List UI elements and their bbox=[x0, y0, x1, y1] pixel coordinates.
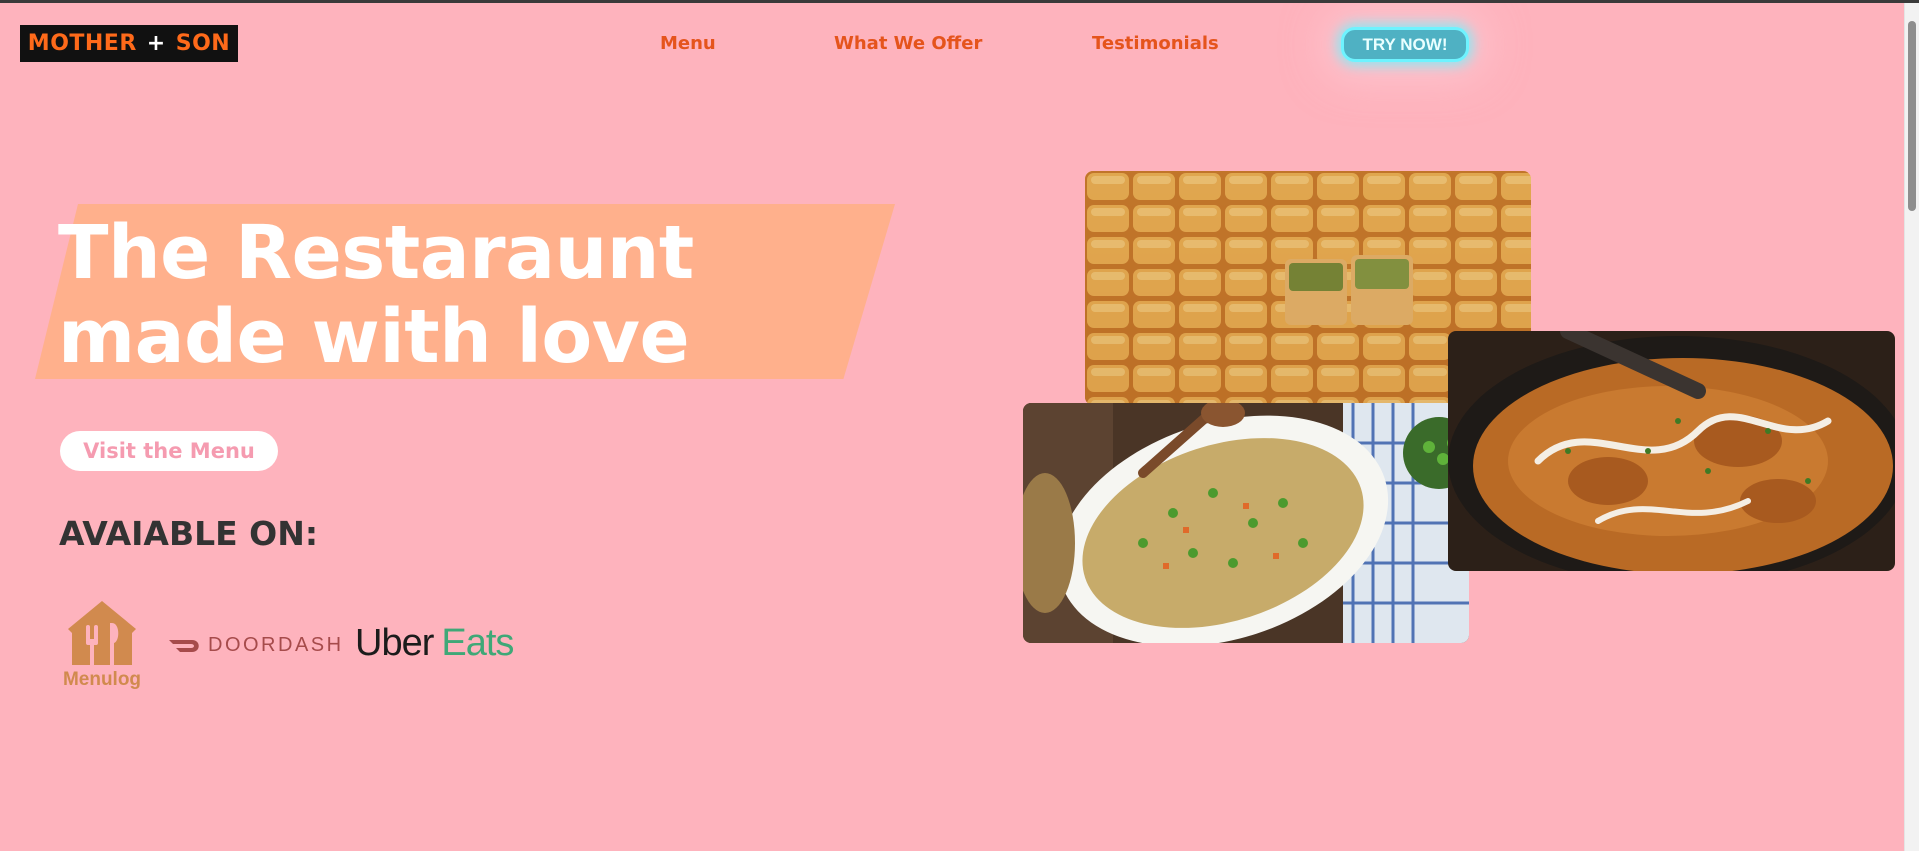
nav-link-menu[interactable]: Menu bbox=[660, 33, 716, 54]
scrollbar-thumb[interactable] bbox=[1908, 21, 1916, 211]
logo-word-son: SON bbox=[175, 31, 231, 56]
landing-page: MOTHER + SON Menu What We Offer Testimon… bbox=[0, 0, 1919, 851]
hero-title: The Restaraunt made with love bbox=[58, 211, 694, 379]
menulog-label: Menulog bbox=[62, 669, 142, 690]
uber-eats-label-uber: Uber bbox=[355, 621, 434, 664]
logo-plus: + bbox=[146, 31, 166, 56]
uber-eats-logo[interactable]: Uber Eats bbox=[355, 621, 514, 664]
logo-word-mother: MOTHER bbox=[27, 31, 137, 56]
nav-link-what-we-offer[interactable]: What We Offer bbox=[834, 33, 982, 54]
menulog-logo[interactable]: Menulog bbox=[58, 599, 146, 691]
doordash-label: DOORDASH bbox=[208, 633, 344, 656]
doordash-logo[interactable]: DOORDASH bbox=[168, 631, 344, 659]
visit-menu-button[interactable]: Visit the Menu bbox=[60, 431, 278, 471]
butter-chicken-photo bbox=[1448, 331, 1895, 571]
doordash-dash-icon bbox=[169, 640, 199, 652]
page-scrollbar[interactable] bbox=[1904, 3, 1919, 851]
hero-title-line-1: The Restaraunt bbox=[58, 210, 694, 296]
hero-title-line-2: made with love bbox=[58, 294, 690, 380]
menulog-house-icon bbox=[68, 601, 136, 665]
fried-rice-photo bbox=[1023, 403, 1469, 643]
uber-eats-label-eats: Eats bbox=[441, 621, 514, 664]
try-now-button[interactable]: TRY NOW! bbox=[1341, 27, 1469, 62]
brand-logo[interactable]: MOTHER + SON bbox=[20, 25, 238, 62]
available-on-heading: AVAIABLE ON: bbox=[59, 514, 319, 553]
nav-link-testimonials[interactable]: Testimonials bbox=[1092, 33, 1219, 54]
